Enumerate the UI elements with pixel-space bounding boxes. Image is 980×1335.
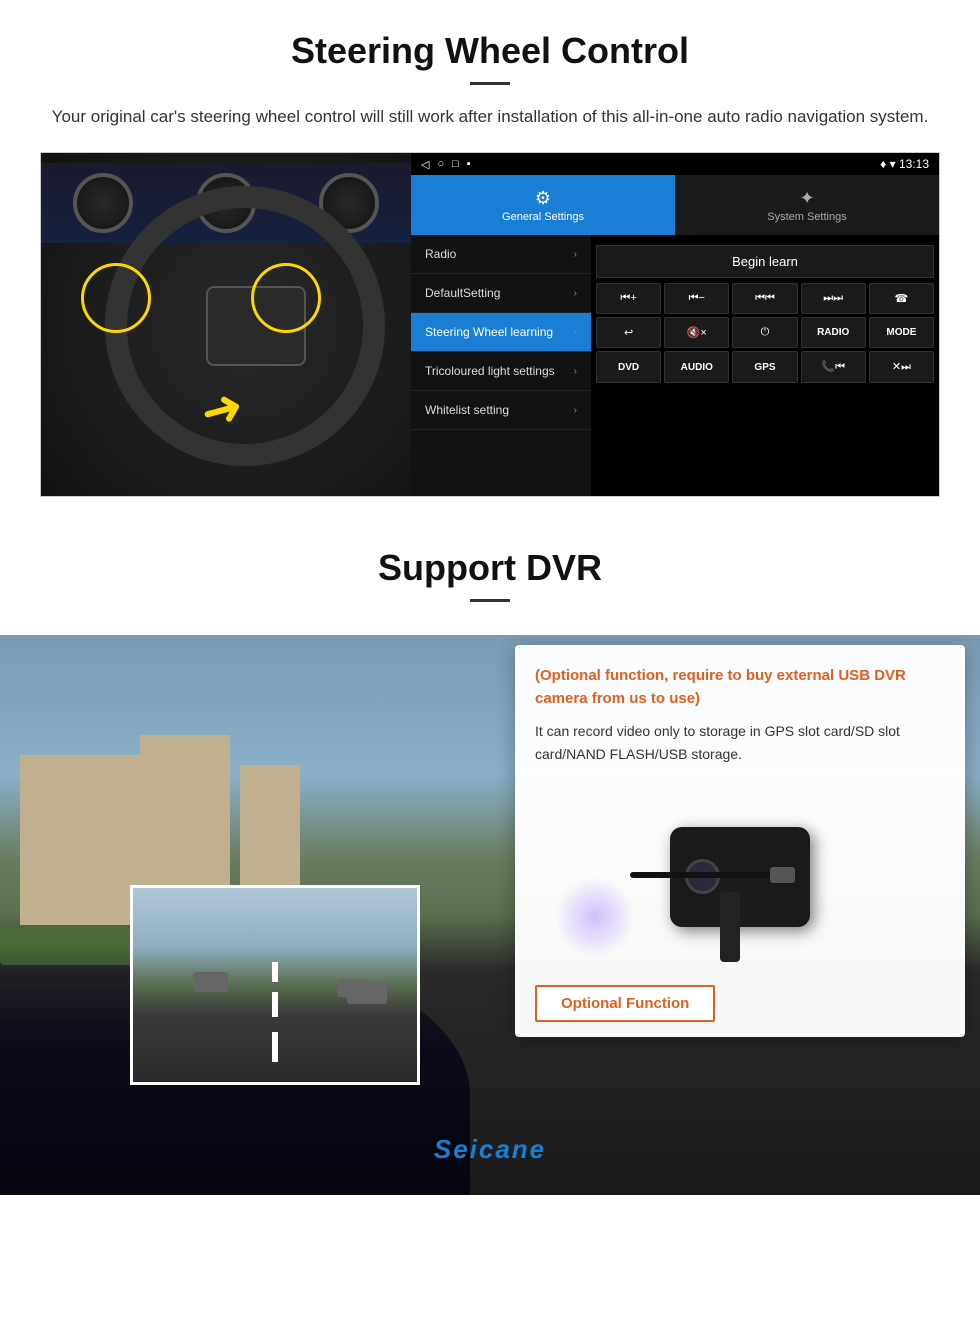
tab-general-label: General Settings xyxy=(502,211,584,223)
ctrl-btn-hang-up[interactable]: ↩ xyxy=(596,317,661,348)
tab-system-settings[interactable]: ✦ System Settings xyxy=(675,175,939,235)
chevron-icon: › xyxy=(574,288,577,299)
seicane-logo-text: Seicane xyxy=(434,1134,546,1164)
chevron-icon: › xyxy=(574,366,577,377)
menu-steering-label: Steering Wheel learning xyxy=(425,325,553,339)
ctrl-btn-prev-track[interactable]: ⏮⏮ xyxy=(732,283,797,314)
ctrl-btn-vol-down[interactable]: ⏮− xyxy=(664,283,729,314)
ctrl-btn-radio[interactable]: RADIO xyxy=(801,317,866,348)
tab-system-label: System Settings xyxy=(767,211,846,223)
ctrl-btn-mute[interactable]: 🔇× xyxy=(664,317,729,348)
menu-whitelist-label: Whitelist setting xyxy=(425,403,509,417)
wheel-highlight-left xyxy=(81,263,151,333)
dvr-title: Support DVR xyxy=(0,547,980,589)
tab-general-settings[interactable]: ⚙ General Settings xyxy=(411,175,675,235)
android-tabs: ⚙ General Settings ✦ System Settings xyxy=(411,175,939,235)
ctrl-btn-next-track[interactable]: ⏭⏭ xyxy=(801,283,866,314)
ctrl-btn-gps[interactable]: GPS xyxy=(732,351,797,383)
status-nav-icons: ◁ ○ □ ▪ xyxy=(421,158,471,171)
back-icon: ◁ xyxy=(421,158,429,171)
page-title: Steering Wheel Control xyxy=(40,30,940,72)
steering-wheel-image: ➜ xyxy=(41,153,411,497)
menu-item-radio[interactable]: Radio › xyxy=(411,235,591,274)
dvr-info-card: (Optional function, require to buy exter… xyxy=(515,645,965,1037)
usb-cable xyxy=(630,872,780,878)
dvr-description: It can record video only to storage in G… xyxy=(535,720,945,765)
steering-section: Steering Wheel Control Your original car… xyxy=(0,0,980,517)
control-buttons-grid: ⏮+ ⏮− ⏮⏮ ⏭⏭ ☎ ↩ 🔇× ⏻ RADIO MODE DVD AUDI… xyxy=(596,283,934,383)
menu-tricoloured-label: Tricoloured light settings xyxy=(425,364,555,378)
status-time-area: ♦ ▾ 13:13 xyxy=(880,157,929,171)
status-time: 13:13 xyxy=(899,157,929,171)
footage-car-1 xyxy=(193,972,228,992)
dvr-background: Seicane (Optional function, require to b… xyxy=(0,635,980,1195)
optional-function-button[interactable]: Optional Function xyxy=(535,985,715,1022)
building-1 xyxy=(20,755,140,935)
menu-item-whitelist[interactable]: Whitelist setting › xyxy=(411,391,591,430)
android-status-bar: ◁ ○ □ ▪ ♦ ▾ 13:13 xyxy=(411,153,939,175)
ctrl-btn-mode[interactable]: MODE xyxy=(869,317,934,348)
menu-item-steering-wheel[interactable]: Steering Wheel learning › xyxy=(411,313,591,352)
recent-icon: □ xyxy=(452,158,459,171)
dvr-section: Support DVR xyxy=(0,522,980,1195)
ctrl-btn-audio[interactable]: AUDIO xyxy=(664,351,729,383)
menu-icon: ▪ xyxy=(467,158,471,171)
road-line-3 xyxy=(272,962,278,982)
wheel-highlight-right xyxy=(251,263,321,333)
ctrl-btn-phone[interactable]: ☎ xyxy=(869,283,934,314)
title-divider xyxy=(470,82,510,85)
steering-demo: ➜ ◁ ○ □ ▪ ♦ ▾ 13:13 ⚙ G xyxy=(40,152,940,497)
ctrl-btn-phone-prev[interactable]: 📞⏮ xyxy=(801,351,866,383)
road-line-1 xyxy=(272,1032,278,1062)
camera-grip xyxy=(720,892,740,962)
seicane-logo: Seicane xyxy=(434,1134,546,1165)
signal-icon: ♦ ▾ xyxy=(880,157,895,171)
dvr-optional-text: (Optional function, require to buy exter… xyxy=(535,665,945,710)
home-icon: ○ xyxy=(437,158,444,171)
dvr-title-divider xyxy=(470,599,510,602)
page-subtitle: Your original car's steering wheel contr… xyxy=(40,103,940,130)
system-icon: ✦ xyxy=(799,188,814,209)
android-menu: Radio › DefaultSetting › Steering Wheel … xyxy=(411,235,591,496)
building-3 xyxy=(240,765,300,905)
footage-road xyxy=(133,888,417,1082)
ctrl-btn-power[interactable]: ⏻ xyxy=(732,317,797,348)
footage-car-3 xyxy=(347,982,387,1004)
light-effect xyxy=(555,877,635,957)
menu-item-tricoloured[interactable]: Tricoloured light settings › xyxy=(411,352,591,391)
dvr-camera-image xyxy=(535,777,945,977)
dashcam-footage xyxy=(130,885,420,1085)
menu-default-label: DefaultSetting xyxy=(425,286,500,300)
begin-learn-button[interactable]: Begin learn xyxy=(596,245,934,278)
android-ui: ◁ ○ □ ▪ ♦ ▾ 13:13 ⚙ General Settings ✦ xyxy=(411,153,939,496)
chevron-icon: › xyxy=(574,327,577,338)
menu-radio-label: Radio xyxy=(425,247,456,261)
ctrl-btn-dvd[interactable]: DVD xyxy=(596,351,661,383)
settings-icon: ⚙ xyxy=(535,188,551,209)
ctrl-btn-vol-up[interactable]: ⏮+ xyxy=(596,283,661,314)
chevron-icon: › xyxy=(574,405,577,416)
android-panel: Begin learn ⏮+ ⏮− ⏮⏮ ⏭⏭ ☎ ↩ 🔇× ⏻ RADIO M… xyxy=(591,235,939,496)
begin-learn-row: Begin learn xyxy=(596,245,934,278)
road-line-2 xyxy=(272,992,278,1017)
menu-item-defaultsetting[interactable]: DefaultSetting › xyxy=(411,274,591,313)
camera-body xyxy=(670,827,810,927)
usb-connector xyxy=(770,867,795,883)
gauge-left xyxy=(73,173,133,233)
dvr-title-area: Support DVR xyxy=(0,522,980,635)
android-main-content: Radio › DefaultSetting › Steering Wheel … xyxy=(411,235,939,496)
ctrl-btn-skip[interactable]: ✕⏭ xyxy=(869,351,934,383)
chevron-icon: › xyxy=(574,249,577,260)
